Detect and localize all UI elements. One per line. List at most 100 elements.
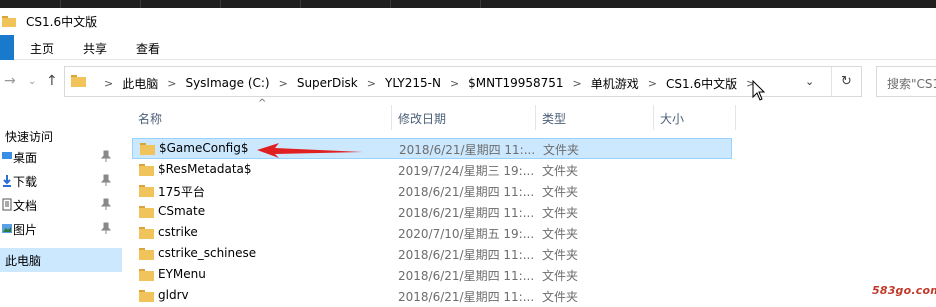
sidebar-item-pictures[interactable]: 图片 bbox=[0, 217, 122, 241]
sidebar-item-documents[interactable]: 文档 bbox=[0, 193, 122, 217]
download-icon bbox=[3, 175, 11, 187]
sidebar-item-label: 桌面 bbox=[13, 151, 38, 165]
column-headers: 名称 修改日期 类型 大小 bbox=[122, 105, 936, 130]
picture-icon bbox=[2, 224, 12, 233]
file-date: 2019/7/24/星期三 19:... bbox=[398, 164, 535, 178]
column-header-size[interactable]: 大小 bbox=[654, 105, 736, 130]
pin-icon[interactable] bbox=[101, 222, 111, 234]
file-name: $ResMetadata$ bbox=[158, 162, 252, 176]
breadcrumb-current[interactable]: CS1.6中文版 bbox=[666, 75, 737, 92]
folder-icon bbox=[139, 227, 154, 239]
annotation-arrow-icon bbox=[257, 143, 363, 158]
column-header-name[interactable]: 名称 bbox=[132, 105, 392, 130]
file-type: 文件夹 bbox=[542, 248, 579, 262]
breadcrumb-mnt[interactable]: $MNT19958751 bbox=[468, 76, 563, 90]
sidebar-item-label: 快速访问 bbox=[5, 130, 54, 144]
title-bar: CS1.6中文版 bbox=[0, 8, 936, 35]
sidebar-item-desktop[interactable]: 桌面 bbox=[0, 145, 122, 169]
file-name: EYMenu bbox=[158, 267, 206, 281]
file-row[interactable]: gldrv 2018/6/21/星期四 11:... 文件夹 bbox=[132, 286, 732, 307]
history-dropdown-icon[interactable]: ⌄ bbox=[28, 76, 36, 87]
tab-home[interactable]: 主页 bbox=[30, 40, 54, 57]
watermark: 583go.com bbox=[872, 284, 936, 297]
file-type: 文件夹 bbox=[542, 185, 579, 199]
breadcrumb-superdisk[interactable]: SuperDisk bbox=[297, 76, 358, 90]
chevron-right-icon[interactable]: > bbox=[167, 77, 176, 90]
file-date: 2018/6/21/星期四 11:... bbox=[398, 185, 535, 199]
sidebar-item-label: 图片 bbox=[13, 223, 38, 237]
tab-share[interactable]: 共享 bbox=[83, 40, 107, 57]
folder-icon bbox=[139, 185, 154, 197]
file-type: 文件夹 bbox=[542, 227, 579, 241]
folder-icon bbox=[139, 269, 154, 281]
ribbon: 主页 共享 查看 bbox=[0, 35, 936, 60]
refresh-icon: ↻ bbox=[841, 74, 852, 89]
file-row[interactable]: EYMenu 2018/6/21/星期四 11:... 文件夹 bbox=[132, 265, 732, 286]
sidebar-item-label: 此电脑 bbox=[5, 254, 42, 268]
file-row[interactable]: 175平台 2018/6/21/星期四 11:... 文件夹 bbox=[132, 181, 732, 202]
chevron-right-icon[interactable]: > bbox=[279, 77, 288, 90]
search-placeholder: 搜索"CS1 bbox=[887, 77, 936, 91]
file-tab[interactable] bbox=[0, 35, 14, 60]
file-type: 文件夹 bbox=[542, 269, 579, 283]
navigation-pane: 快速访问 桌面 下载 文档 图片 此电脑 bbox=[0, 105, 122, 305]
file-name: cstrike bbox=[158, 225, 198, 239]
pin-icon[interactable] bbox=[101, 150, 111, 162]
breadcrumb-yly[interactable]: YLY215-N bbox=[385, 76, 441, 90]
folder-icon bbox=[139, 248, 154, 260]
forward-arrow-icon[interactable]: → bbox=[4, 73, 16, 89]
file-date: 2018/6/21/星期四 11:... bbox=[398, 290, 535, 304]
folder-icon bbox=[71, 75, 86, 87]
chevron-right-icon[interactable]: > bbox=[648, 77, 657, 90]
breadcrumb: > 此电脑 > SysImage (C:) > SuperDisk > YLY2… bbox=[95, 74, 764, 92]
breadcrumb-drive[interactable]: SysImage (C:) bbox=[185, 76, 269, 90]
chevron-right-icon[interactable]: > bbox=[450, 77, 459, 90]
column-header-date[interactable]: 修改日期 bbox=[392, 105, 536, 130]
mouse-cursor-icon bbox=[752, 80, 766, 101]
file-row[interactable]: CSmate 2018/6/21/星期四 11:... 文件夹 bbox=[132, 202, 732, 223]
file-name: 175平台 bbox=[158, 185, 205, 199]
file-type: 文件夹 bbox=[542, 290, 579, 304]
file-type: 文件夹 bbox=[542, 164, 579, 178]
file-name: gldrv bbox=[158, 288, 189, 302]
file-date: 2020/7/10/星期五 19:... bbox=[398, 227, 535, 241]
sidebar-item-downloads[interactable]: 下载 bbox=[0, 169, 122, 193]
sidebar-item-label: 下载 bbox=[13, 175, 38, 189]
chevron-right-icon[interactable]: > bbox=[104, 77, 113, 90]
file-name: cstrike_schinese bbox=[158, 246, 257, 260]
up-arrow-icon[interactable]: ↑ bbox=[46, 73, 58, 89]
sidebar-item-this-pc[interactable]: 此电脑 bbox=[0, 248, 122, 272]
pin-icon[interactable] bbox=[101, 174, 111, 186]
folder-icon bbox=[140, 143, 155, 155]
window-title: CS1.6中文版 bbox=[26, 15, 98, 29]
file-date: 2018/6/21/星期四 11:... bbox=[399, 143, 536, 157]
chevron-down-icon[interactable]: ⌄ bbox=[805, 75, 814, 88]
file-row[interactable]: cstrike 2020/7/10/星期五 19:... 文件夹 bbox=[132, 223, 732, 244]
file-name: $GameConfig$ bbox=[159, 141, 249, 155]
chevron-right-icon[interactable]: > bbox=[367, 77, 376, 90]
folder-icon bbox=[139, 164, 154, 176]
breadcrumb-this-pc[interactable]: 此电脑 bbox=[122, 75, 158, 92]
file-date: 2018/6/21/星期四 11:... bbox=[398, 269, 535, 283]
file-name: CSmate bbox=[158, 204, 206, 218]
file-date: 2018/6/21/星期四 11:... bbox=[398, 248, 535, 262]
folder-icon bbox=[139, 206, 154, 218]
address-bar[interactable]: > 此电脑 > SysImage (C:) > SuperDisk > YLY2… bbox=[64, 66, 862, 97]
column-header-type[interactable]: 类型 bbox=[536, 105, 654, 130]
file-row[interactable]: cstrike_schinese 2018/6/21/星期四 11:... 文件… bbox=[132, 244, 732, 265]
file-type: 文件夹 bbox=[543, 143, 580, 157]
file-row[interactable]: $GameConfig$ 2018/6/21/星期四 11:... 文件夹 bbox=[132, 138, 732, 159]
desktop-icon bbox=[2, 152, 12, 159]
breadcrumb-games[interactable]: 单机游戏 bbox=[591, 75, 639, 92]
taskbar-strip bbox=[0, 0, 936, 8]
tab-view[interactable]: 查看 bbox=[136, 40, 160, 57]
refresh-button[interactable]: ↻ bbox=[831, 67, 861, 96]
pin-icon[interactable] bbox=[101, 198, 111, 210]
file-type: 文件夹 bbox=[542, 206, 579, 220]
chevron-right-icon[interactable]: > bbox=[573, 77, 582, 90]
file-row[interactable]: $ResMetadata$ 2019/7/24/星期三 19:... 文件夹 bbox=[132, 160, 732, 181]
folder-icon bbox=[139, 290, 154, 302]
folder-icon bbox=[2, 16, 16, 27]
file-date: 2018/6/21/星期四 11:... bbox=[398, 206, 535, 220]
search-input[interactable]: 搜索"CS1 bbox=[876, 66, 936, 97]
